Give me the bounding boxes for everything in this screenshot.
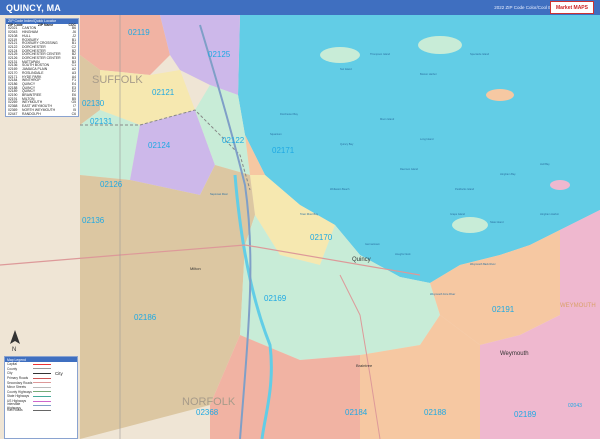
svg-text:Neponset River: Neponset River [210,192,228,196]
legend-swatch [33,386,51,388]
legend-swatch [33,391,51,393]
zip-code-index: ZIP Code Index/Quick Locator ZIP Code ZI… [5,18,79,118]
zip-label-02186: 02186 [134,313,157,322]
svg-text:Hingham Bay: Hingham Bay [500,172,516,176]
zip-label-02126: 02126 [100,180,123,189]
legend-swatch [33,382,51,384]
map-title: QUINCY, MA [6,2,62,13]
north-arrow-icon: N [8,330,22,353]
svg-text:N: N [12,347,16,352]
svg-text:Long Island: Long Island [420,137,434,141]
svg-text:Dorchester Bay: Dorchester Bay [280,112,299,116]
zip-label-02125: 02125 [208,50,231,59]
legend-swatch [33,363,51,365]
map-svg[interactable]: 02119 02125 02121 02130 02131 02124 0212… [0,15,600,439]
zip-label-02184: 02184 [345,408,368,417]
svg-text:Moon Island: Moon Island [380,117,395,121]
map-legend-item: Rail Roads [5,408,77,413]
svg-text:Squantum: Squantum [270,132,282,136]
svg-text:Wollaston Beach: Wollaston Beach [330,187,350,191]
svg-text:Grape Island: Grape Island [450,212,465,216]
svg-text:Spectacle Island: Spectacle Island [470,52,490,56]
zip-label-02368: 02368 [196,408,219,417]
zip-label-02171: 02171 [272,146,295,155]
zip-label-02188: 02188 [424,408,447,417]
svg-text:Hingham Harbor: Hingham Harbor [540,212,559,216]
svg-text:Germantown: Germantown [365,242,380,246]
zip-label-02170: 02170 [310,233,333,242]
map-canvas[interactable]: 02119 02125 02121 02130 02131 02124 0212… [0,15,600,439]
legend-swatch [33,372,51,374]
svg-text:Town River Bay: Town River Bay [300,212,319,216]
island [452,217,488,233]
svg-text:Boston Harbor: Boston Harbor [420,72,437,76]
svg-text:Weymouth Fore River: Weymouth Fore River [430,292,455,296]
svg-text:Raccoon Island: Raccoon Island [400,167,418,171]
zip-label-02131: 02131 [90,117,113,126]
zip-index-rows: 02021 CANTON B6 02043 HINGHAM J6 02108 HULL J2 02… [6,27,78,116]
county-label-norfolk: NORFOLK [182,396,236,408]
svg-text:Peddocks Island: Peddocks Island [455,187,475,191]
zip-label-02119: 02119 [128,28,150,37]
island [418,36,462,54]
place-quincy: Quincy [352,257,371,263]
zip-label-02121: 02121 [152,88,175,97]
svg-text:Hull Bay: Hull Bay [540,162,550,166]
legend-swatch [33,368,51,370]
zip-label-02124: 02124 [148,141,171,150]
legend-swatch [33,400,51,402]
zip-label-02191: 02191 [492,305,515,314]
svg-text:Weymouth Back River: Weymouth Back River [470,262,496,266]
svg-text:Nut Island: Nut Island [340,67,352,71]
svg-text:Houghs Neck: Houghs Neck [395,252,411,256]
marketmaps-logo: Market MAPS [550,1,594,14]
legend-swatch [33,377,51,379]
zip-label-02122: 02122 [222,136,245,145]
place-weymouth-caps: WEYMOUTH [560,303,596,309]
legend-swatch [33,395,51,397]
place-braintree: Braintree [356,363,373,368]
zip-label-02189: 02189 [514,410,537,419]
place-weymouth: Weymouth [500,351,529,357]
county-label-suffolk: SUFFOLK [92,74,143,86]
island [550,180,570,190]
zip-label-02130: 02130 [82,99,105,108]
zip-index-row: 02447 RANDOLPH C6 [8,111,76,116]
zip-label-02169: 02169 [264,294,287,303]
place-milton: Milton [190,266,201,271]
svg-text:Slate Island: Slate Island [490,220,504,224]
island [486,89,514,101]
map-legend-rows: Capital County City City Primary Roads Second… [5,362,77,413]
title-bar: QUINCY, MA 2022 ZIP Code Color/Cool Edit… [0,0,600,15]
zip-label-02136: 02136 [82,216,105,225]
zip-label-02043: 02043 [568,403,582,409]
island [320,47,360,63]
map-legend: Map Legend Capital County City City Primary … [4,356,78,439]
svg-text:Thompson Island: Thompson Island [370,52,390,56]
legend-swatch [33,405,51,407]
legend-swatch [33,409,51,411]
svg-text:Quincy Bay: Quincy Bay [340,142,354,146]
